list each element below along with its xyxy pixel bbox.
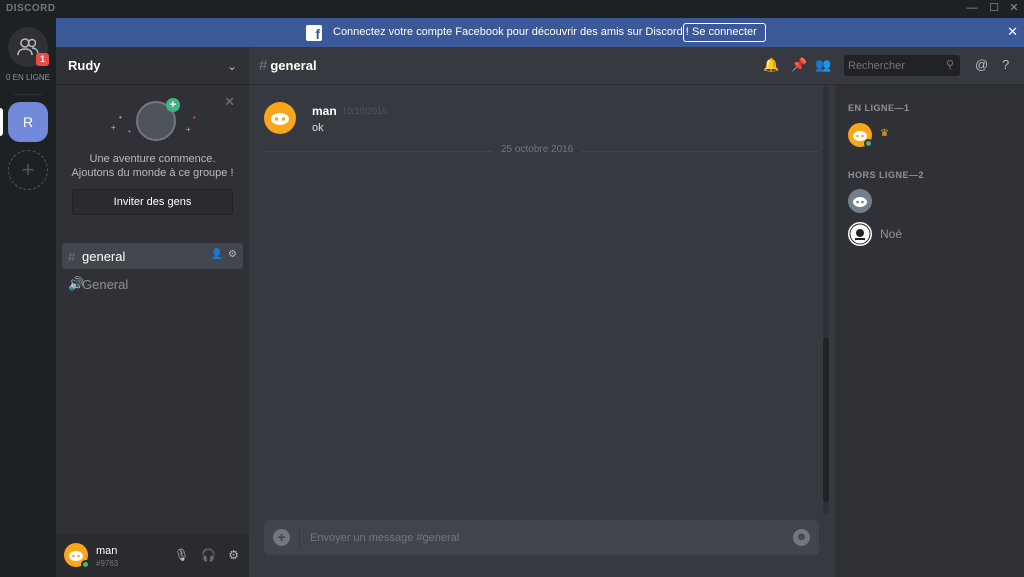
sparkle-icon: • [119, 113, 122, 122]
channel-name: general [82, 248, 126, 264]
channel-sidebar: Rudy ⌄ ✕ + • • + • + Une aventure commen… [56, 47, 249, 577]
member-row[interactable]: Noé [848, 222, 1008, 246]
server-header[interactable]: Rudy ⌄ [56, 47, 249, 85]
search-input[interactable] [848, 55, 936, 76]
avatar [848, 222, 872, 246]
plus-icon: + [166, 98, 180, 112]
member-row[interactable]: ♛ [848, 123, 1008, 148]
message-input[interactable] [310, 520, 770, 555]
members-icon[interactable]: 👥 [815, 57, 831, 73]
channel-item-general-voice[interactable]: 🔊 General [62, 271, 243, 297]
channel-header: # general [249, 47, 835, 85]
close-window-button[interactable]: ✕ [1007, 1, 1021, 15]
member-list: EN LIGNE—1 ♛ HORS LIGNE—2 Noé [835, 85, 1024, 577]
emblem-icon [849, 223, 871, 245]
composer-divider [299, 527, 300, 548]
crown-icon: ♛ [880, 128, 889, 139]
message-author[interactable]: man [312, 104, 337, 118]
server-name: Rudy [68, 58, 101, 73]
channel-item-general-text[interactable]: # general 👤 ⚙ [62, 243, 243, 269]
sparkle-icon: • [128, 127, 131, 136]
welcome-avatar-illustration: + [136, 98, 180, 141]
app-brand: DISCORD [6, 3, 56, 14]
gear-icon[interactable]: ⚙ [228, 548, 239, 562]
sparkle-icon: + [111, 123, 116, 132]
gear-icon[interactable]: ⚙ [228, 249, 237, 260]
mention-icon[interactable]: @ [975, 57, 988, 72]
guild-sidebar: 1 0 EN LIGNE R + [0, 18, 56, 577]
online-status-icon [864, 139, 873, 148]
welcome-message: Une aventure commence. Ajoutons du monde… [56, 152, 249, 180]
date-divider: 25 octobre 2016 [493, 144, 582, 155]
invite-button[interactable]: Inviter des gens [72, 189, 233, 215]
maximize-button[interactable]: ☐ [987, 1, 1001, 15]
channel-name: General [82, 276, 129, 292]
message-composer: + ☻ [264, 520, 819, 555]
welcome-card: ✕ + • • + • + Une aventure commence. Ajo… [56, 85, 249, 230]
scrollbar-thumb[interactable] [823, 337, 829, 502]
offline-members-header: HORS LIGNE—2 [848, 170, 925, 180]
facebook-icon: f [306, 25, 322, 42]
online-members-header: EN LIGNE—1 [848, 103, 910, 113]
discord-logo-icon [271, 113, 289, 125]
message-timestamp: 10/10/2016 [342, 106, 388, 116]
avatar[interactable] [264, 102, 296, 134]
search-icon[interactable]: ⚲ [946, 58, 954, 71]
channel-list: # general 👤 ⚙ 🔊 General [56, 243, 249, 299]
pin-icon[interactable]: 📌 [791, 57, 807, 73]
banner-close-icon[interactable]: ✕ [1007, 24, 1018, 40]
chevron-down-icon: ⌄ [226, 58, 237, 73]
online-count: 0 EN LIGNE [5, 73, 50, 82]
speaker-icon: 🔊 [68, 276, 85, 291]
user-discriminator: #9763 [96, 559, 119, 568]
selected-guild-indicator [0, 108, 3, 136]
message-list: man 10/10/2016 ok 25 octobre 2016 [249, 85, 835, 515]
username: man [96, 545, 118, 557]
hash-icon: # [259, 57, 268, 74]
member-name: Noé [880, 227, 903, 241]
banner-text: Connectez votre compte Facebook pour déc… [333, 26, 689, 38]
close-icon[interactable]: ✕ [224, 94, 235, 110]
facebook-connect-button[interactable]: Se connecter [683, 23, 766, 42]
emoji-icon[interactable]: ☻ [793, 529, 810, 546]
online-status-icon [81, 560, 90, 569]
guild-icon-rudy[interactable]: R [8, 102, 48, 142]
title-bar: DISCORD — ☐ ✕ [0, 0, 1024, 18]
minimize-button[interactable]: — [965, 1, 979, 15]
channel-title: general [270, 58, 317, 73]
user-controls: 🎙 🎧 ⚙ [174, 548, 239, 562]
message-text: ok [312, 122, 324, 134]
help-icon[interactable]: ? [1002, 57, 1009, 72]
microphone-icon[interactable]: 🎙 [174, 548, 189, 562]
welcome-line-1: Une aventure commence. [89, 153, 216, 165]
sparkle-icon: + [186, 125, 191, 134]
add-server-button[interactable]: + [8, 150, 48, 190]
upload-plus-icon[interactable]: + [273, 529, 290, 546]
member-row[interactable] [848, 189, 1008, 213]
search-box: ⚲ [844, 55, 960, 76]
chat-area: # general man 10/10/2016 ok 25 octobre 2… [249, 47, 835, 577]
guild-separator [14, 94, 42, 95]
bell-icon[interactable]: 🔔 [763, 57, 779, 73]
user-panel: man #9763 🎙 🎧 ⚙ [56, 534, 249, 577]
add-member-icon[interactable]: 👤 [211, 249, 223, 260]
welcome-line-2: Ajoutons du monde à ce groupe ! [71, 167, 234, 179]
hash-icon: # [68, 248, 76, 264]
channel-toolbar: 🔔 📌 👥 ⚲ @ ? [763, 47, 1024, 85]
discord-logo-icon [853, 197, 867, 207]
sparkle-icon: • [193, 113, 196, 122]
headphones-icon[interactable]: 🎧 [201, 548, 216, 562]
avatar [848, 189, 872, 213]
discord-app: DISCORD — ☐ ✕ 1 0 EN LIGNE R + f Connect… [0, 0, 1024, 577]
notification-badge: 1 [36, 53, 49, 66]
facebook-banner: f Connectez votre compte Facebook pour d… [56, 18, 1024, 47]
